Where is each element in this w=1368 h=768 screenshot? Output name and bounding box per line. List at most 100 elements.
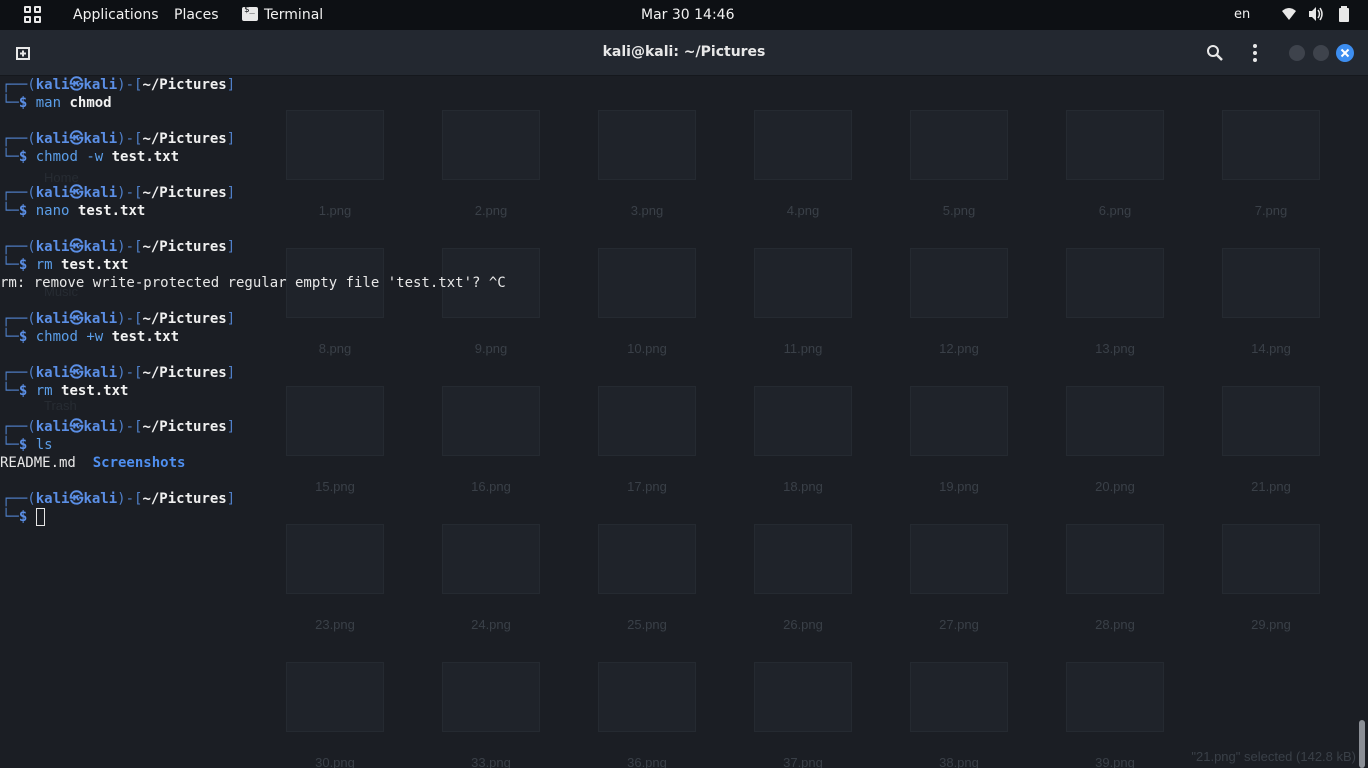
command-line: └─$ ls: [2, 436, 53, 454]
command-line: └─$ rm test.txt: [2, 256, 128, 274]
minimize-icon[interactable]: [1289, 45, 1305, 61]
ls-gap: [76, 455, 93, 471]
command-output: rm: remove write-protected regular empty…: [0, 274, 506, 292]
command-file-arg: test.txt: [61, 257, 129, 273]
prompt-separator: )-[: [117, 419, 143, 435]
prompt-header: ┌──(kali㉿kali)-[~/Pictures]: [2, 364, 235, 382]
prompt-user: kali: [35, 185, 70, 201]
prompt-at: ㉿: [69, 419, 84, 435]
prompt-at: ㉿: [69, 131, 84, 147]
prompt-bracket: ]: [226, 239, 236, 255]
command-name: rm: [35, 257, 53, 273]
maximize-icon[interactable]: [1313, 45, 1329, 61]
prompt-host: kali: [83, 365, 118, 381]
prompt-bracket: ]: [226, 365, 236, 381]
prompt-corner: └─: [2, 509, 19, 525]
places-menu[interactable]: Places: [174, 7, 219, 23]
prompt-box: ┌──(: [2, 311, 36, 327]
prompt-user: kali: [35, 239, 70, 255]
prompt-header: ┌──(kali㉿kali)-[~/Pictures]: [2, 418, 235, 436]
command-file-arg: test.txt: [111, 329, 180, 345]
keyboard-layout[interactable]: en: [1234, 7, 1250, 22]
prompt-separator: )-[: [117, 239, 143, 255]
close-icon[interactable]: [1336, 44, 1354, 62]
ls-output: README.md Screenshots: [0, 454, 185, 472]
scrollbar-thumb[interactable]: [1359, 720, 1365, 768]
prompt-corner: └─: [2, 329, 19, 345]
command-line: └─$ chmod +w test.txt: [2, 328, 179, 346]
command-args: -w: [77, 149, 112, 165]
prompt-host: kali: [83, 131, 118, 147]
prompt-host: kali: [83, 311, 118, 327]
prompt-host: kali: [83, 77, 118, 93]
applications-menu[interactable]: Applications: [73, 7, 159, 23]
prompt-bracket: ]: [226, 419, 236, 435]
prompt-path: ~/Pictures: [142, 77, 227, 93]
prompt-user: kali: [35, 131, 70, 147]
command-args: [53, 383, 61, 399]
prompt-path: ~/Pictures: [142, 185, 227, 201]
command-file-arg: test.txt: [77, 203, 146, 219]
ls-directory: Screenshots: [92, 455, 186, 471]
prompt-header: ┌──(kali㉿kali)-[~/Pictures]: [2, 76, 235, 94]
prompt-header: ┌──(kali㉿kali)-[~/Pictures]: [2, 490, 235, 508]
prompt-path: ~/Pictures: [142, 131, 227, 147]
prompt-path: ~/Pictures: [142, 239, 227, 255]
prompt-header: ┌──(kali㉿kali)-[~/Pictures]: [2, 310, 235, 328]
prompt-corner: └─: [2, 95, 19, 111]
prompt-separator: )-[: [117, 311, 143, 327]
prompt-at: ㉿: [69, 185, 84, 201]
prompt-box: ┌──(: [2, 491, 36, 507]
prompt-at: ㉿: [69, 311, 84, 327]
terminal-headerbar: kali@kali: ~/Pictures: [0, 30, 1368, 76]
prompt-at: ㉿: [69, 491, 84, 507]
command-args: [69, 203, 77, 219]
prompt-at: ㉿: [69, 77, 84, 93]
command-args: chmod: [61, 95, 112, 111]
terminal-app-menu[interactable]: Terminal: [264, 7, 323, 23]
volume-icon[interactable]: [1308, 6, 1324, 22]
terminal-output[interactable]: ┌──(kali㉿kali)-[~/Pictures] └─$ man chmod…: [0, 76, 1368, 768]
prompt-box: ┌──(: [2, 77, 36, 93]
command-name: nano: [35, 203, 70, 219]
prompt-header: ┌──(kali㉿kali)-[~/Pictures]: [2, 238, 235, 256]
prompt-user: kali: [35, 491, 70, 507]
prompt-path: ~/Pictures: [142, 419, 227, 435]
clock[interactable]: Mar 30 14:46: [641, 7, 734, 23]
prompt-separator: )-[: [117, 77, 143, 93]
battery-icon[interactable]: [1337, 6, 1351, 22]
prompt-separator: )-[: [117, 365, 143, 381]
prompt-bracket: ]: [226, 311, 236, 327]
command-name: rm: [35, 383, 53, 399]
command-line: └─$ rm test.txt: [2, 382, 128, 400]
menu-kebab-icon[interactable]: [1244, 42, 1266, 64]
prompt-corner: └─: [2, 149, 19, 165]
command-file-arg: test.txt: [61, 383, 129, 399]
prompt-path: ~/Pictures: [142, 311, 227, 327]
prompt-path: ~/Pictures: [142, 491, 227, 507]
prompt-host: kali: [83, 239, 118, 255]
wifi-icon[interactable]: [1281, 6, 1297, 22]
prompt-separator: )-[: [117, 131, 143, 147]
command-line: └─$ nano test.txt: [2, 202, 145, 220]
prompt-corner: └─: [2, 203, 19, 219]
prompt-corner: └─: [2, 383, 19, 399]
output-text: rm: remove write-protected regular empty…: [0, 275, 506, 291]
apps-grid-icon[interactable]: [24, 6, 42, 24]
command-line: └─$ man chmod: [2, 94, 112, 112]
command-args: [53, 257, 61, 273]
command-file-arg: test.txt: [111, 149, 180, 165]
terminal-app-icon: [242, 5, 258, 21]
search-icon[interactable]: [1204, 42, 1226, 64]
text-cursor: [35, 508, 45, 526]
command-name: man: [35, 95, 62, 111]
prompt-host: kali: [83, 185, 118, 201]
prompt-bracket: ]: [226, 491, 236, 507]
prompt-bracket: ]: [226, 131, 236, 147]
prompt-corner: └─: [2, 437, 19, 453]
prompt-corner: └─: [2, 257, 19, 273]
